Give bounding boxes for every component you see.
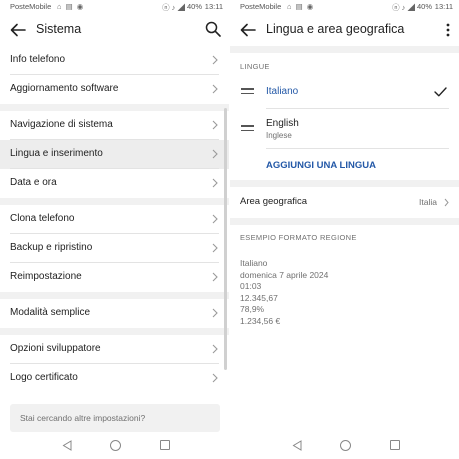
chevron-right-icon [212,373,218,383]
page-title: Lingua e area geografica [266,22,405,36]
chevron-right-icon [212,149,218,159]
example-line: 1.234,56 € [240,315,281,326]
settings-item[interactable]: Backup e ripristino [0,234,229,263]
settings-item-label: Backup e ripristino [10,242,93,253]
nav-recents-icon[interactable] [390,440,400,450]
settings-item[interactable]: Clona telefono [0,205,229,234]
status-bar: PosteMobile ⌂ ▤ ◉ ⓝ ♪ ◢ 40% 13:11 [0,0,229,13]
search-prompt: Stai cercando altre impostazioni? [20,413,146,423]
section-gap [0,104,229,111]
settings-item[interactable]: Lingua e inserimento [0,140,229,169]
drag-handle-icon[interactable] [241,88,254,97]
system-settings-screen: PosteMobile ⌂ ▤ ◉ ⓝ ♪ ◢ 40% 13:11 Sistem… [0,0,229,459]
chevron-right-icon [212,214,218,224]
example-line: 12.345,67 [240,292,278,303]
settings-item-label: Reimpostazione [10,271,82,282]
region-format-example: Italiano domenica 7 aprile 2024 01:03 12.34… [240,258,328,327]
region-format-header: ESEMPIO FORMATO REGIONE [240,233,357,242]
nav-recents-icon[interactable] [160,440,170,450]
back-arrow-icon[interactable] [239,21,257,39]
nav-home-icon[interactable] [340,440,351,451]
settings-item[interactable]: Opzioni sviluppatore [0,335,229,364]
settings-item-label: Opzioni sviluppatore [10,343,101,354]
language-item-english[interactable]: English Inglese [230,109,459,147]
example-line: 78,9% [240,304,265,314]
check-icon [434,87,447,97]
signal-icons: ⓝ ♪ ◢ [392,3,415,12]
settings-item[interactable]: Navigazione di sistema [0,111,229,140]
settings-item[interactable]: Info telefono [0,46,229,75]
nav-home-icon[interactable] [110,440,121,451]
page-title: Sistema [36,22,82,36]
language-name: English [266,118,299,129]
navigation-bar [0,433,229,459]
add-language-button[interactable]: AGGIUNGI UNA LINGUA [266,160,376,171]
divider [266,148,449,149]
region-value: Italia [419,197,437,207]
chevron-right-icon [212,178,218,188]
app-bar: Lingua e area geografica [230,14,459,46]
chevron-right-icon [212,243,218,253]
scrollbar[interactable] [224,108,227,370]
region-label: Area geografica [240,196,308,207]
battery-level: 40% [416,2,432,11]
settings-item[interactable]: Logo certificato [0,364,229,393]
example-line: domenica 7 aprile 2024 [240,269,329,280]
settings-item-label: Navigazione di sistema [10,119,113,130]
example-line: 01:03 [240,281,262,291]
section-gap [230,218,459,225]
settings-item[interactable]: Modalità semplice [0,299,229,328]
notification-icons: ⌂ ▤ ◉ [287,2,315,11]
drag-handle-icon[interactable] [241,125,254,134]
settings-item[interactable]: Data e ora [0,169,229,198]
nav-back-icon[interactable] [292,440,302,451]
more-settings-search[interactable]: Stai cercando altre impostazioni? [10,404,220,432]
navigation-bar [230,433,459,459]
language-name: Italiano [266,86,299,97]
carrier-name: PosteMobile [10,2,52,11]
carrier-name: PosteMobile [240,2,282,11]
settings-item[interactable]: Aggiornamento software [0,75,229,104]
settings-item-label: Clona telefono [10,213,75,224]
chevron-right-icon [212,84,218,94]
app-bar: Sistema [0,14,229,46]
more-vert-icon[interactable] [443,22,453,38]
settings-list: Info telefono Aggiornamento software Navig… [0,46,229,393]
example-line: Italiano [240,258,268,268]
notification-icons: ⌂ ▤ ◉ [57,2,85,11]
section-gap [0,292,229,299]
settings-item-label: Data e ora [10,177,57,188]
settings-item-label: Info telefono [10,54,66,65]
settings-item-label: Modalità semplice [10,307,91,318]
chevron-right-icon [212,344,218,354]
chevron-right-icon [212,308,218,318]
status-bar: PosteMobile ⌂ ▤ ◉ ⓝ ♪ ◢ 40% 13:11 [230,0,459,13]
settings-item-label: Aggiornamento software [10,83,119,94]
clock: 13:11 [204,2,223,11]
section-gap [0,198,229,205]
signal-icons: ⓝ ♪ ◢ [162,3,185,12]
settings-item-label: Logo certificato [10,372,78,383]
nav-back-icon[interactable] [62,440,72,451]
chevron-right-icon [444,198,449,207]
language-region-screen: PosteMobile ⌂ ▤ ◉ ⓝ ♪ ◢ 40% 13:11 Lingua… [230,0,459,459]
languages-header: LINGUE [240,62,270,71]
settings-item-label: Lingua e inserimento [10,148,103,159]
search-icon[interactable] [205,21,221,37]
chevron-right-icon [212,120,218,130]
chevron-right-icon [212,272,218,282]
chevron-right-icon [212,55,218,65]
language-subtitle: Inglese [266,131,292,140]
settings-item[interactable]: Reimpostazione [0,263,229,292]
battery-level: 40% [186,2,202,11]
back-arrow-icon[interactable] [9,21,27,39]
section-gap [230,180,459,187]
language-item-italiano[interactable]: Italiano [230,76,459,108]
clock: 13:11 [434,2,453,11]
section-gap [0,328,229,335]
section-gap [230,46,459,53]
